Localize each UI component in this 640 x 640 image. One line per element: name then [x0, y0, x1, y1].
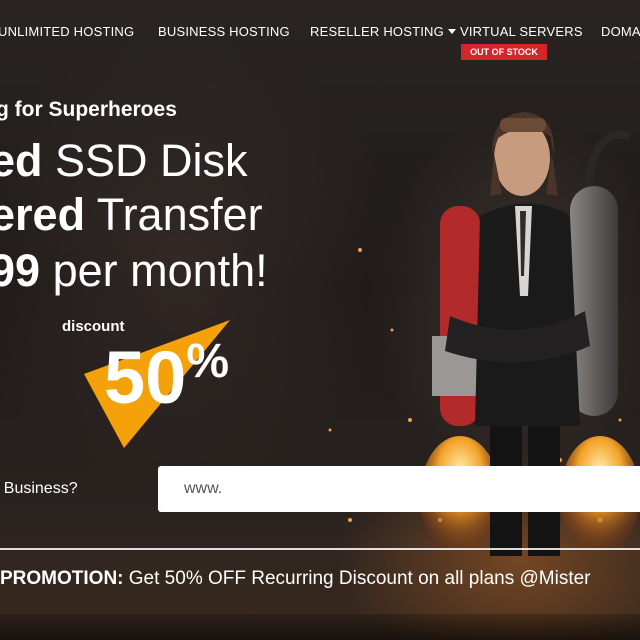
domain-search-input[interactable] — [158, 466, 640, 512]
divider — [0, 548, 640, 550]
nav-item-label: RESELLER HOSTING — [310, 24, 444, 39]
nav-reseller-hosting[interactable]: RESELLER HOSTING — [310, 24, 456, 39]
promotion-banner: PROMOTION: Get 50% OFF Recurring Discoun… — [0, 568, 591, 590]
nav-unlimited-hosting[interactable]: UNLIMITED HOSTING — [0, 24, 134, 39]
promotion-heading: PROMOTION: — [0, 568, 124, 589]
hero-banner: UNLIMITED HOSTING BUSINESS HOSTING RESEL… — [0, 0, 640, 640]
discount-label: discount — [62, 318, 125, 335]
discount-percentage: 50% — [104, 338, 229, 415]
bottom-band — [0, 614, 640, 640]
headline-bold: 99 — [0, 245, 41, 296]
headline-text: SSD Disk — [42, 135, 248, 186]
nav-business-hosting[interactable]: BUSINESS HOSTING — [158, 24, 290, 39]
nav-virtual-servers[interactable]: VIRTUAL SERVERS — [460, 24, 583, 39]
nav-item-label: VIRTUAL SERVERS — [460, 24, 583, 39]
chevron-down-icon — [447, 29, 456, 34]
hero-tagline: g for Superheroes — [0, 98, 177, 121]
headline-text: per month! — [40, 245, 268, 296]
headline-bold: ered — [0, 189, 86, 240]
headline-bold: ed — [0, 135, 43, 186]
headline-line-1: ed SSD Disk — [0, 138, 248, 183]
top-navigation: UNLIMITED HOSTING BUSINESS HOSTING RESEL… — [0, 0, 640, 62]
nav-item-label: UNLIMITED HOSTING — [0, 24, 135, 39]
out-of-stock-badge: OUT OF STOCK — [461, 44, 547, 60]
promotion-text: Get 50% OFF Recurring Discount on all pl… — [123, 568, 591, 589]
domain-search-label: r Business? — [0, 480, 78, 497]
nav-item-label: DOMA — [601, 24, 640, 39]
headline-line-2: ered Transfer — [0, 192, 263, 237]
discount-value: 50 — [104, 336, 187, 419]
headline-line-3: 99 per month! — [0, 248, 268, 293]
percent-symbol: % — [186, 335, 229, 388]
nav-domains[interactable]: DOMA — [601, 24, 640, 39]
headline-text: Transfer — [85, 189, 263, 240]
nav-item-label: BUSINESS HOSTING — [158, 24, 290, 39]
